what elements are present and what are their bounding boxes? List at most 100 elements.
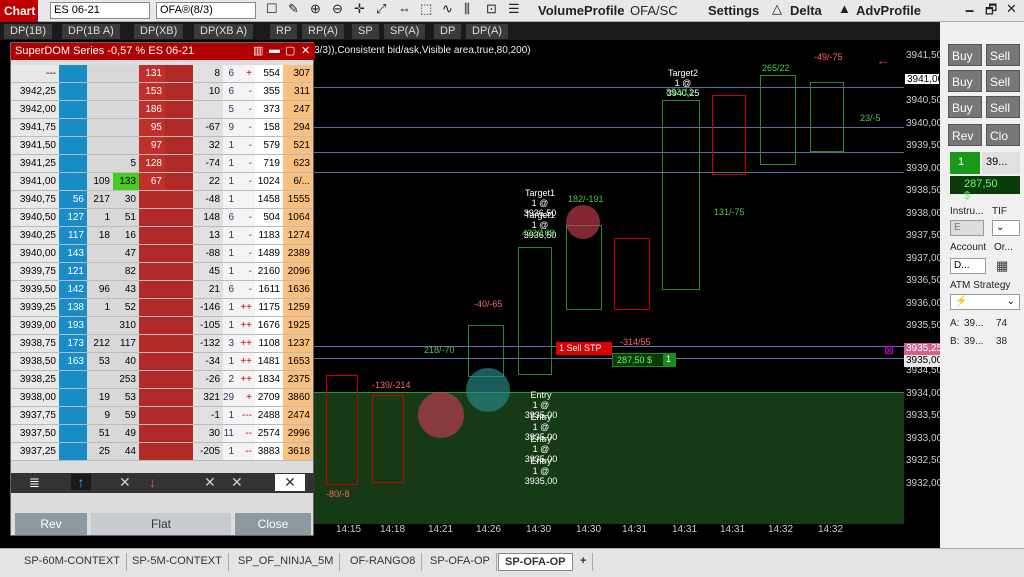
dom-cell-price[interactable]: --- — [11, 65, 59, 83]
dom-cell-c1[interactable]: 138 — [59, 299, 87, 317]
dom-cell-c3[interactable] — [113, 65, 139, 83]
dom-sell-column[interactable] — [165, 83, 193, 101]
dom-cell-ask[interactable] — [139, 245, 165, 263]
cancel-order-icon[interactable]: ⊠ — [884, 343, 894, 357]
dom-cell-v2[interactable]: 1925 — [283, 317, 313, 335]
dom-cell-ask[interactable] — [139, 191, 165, 209]
dom-cell-ask[interactable]: 131 — [139, 65, 165, 83]
dom-cell-sg[interactable]: - — [237, 83, 255, 101]
dom-cell-vol[interactable]: -34 — [193, 353, 223, 371]
dom-cell-ac[interactable]: 2 — [223, 371, 237, 389]
dom-cell-vol[interactable]: -205 — [193, 443, 223, 461]
close-position-button[interactable]: Close — [235, 513, 311, 535]
tab-sp-ofa-op-active[interactable]: SP-OFA-OP — [498, 553, 573, 571]
dom-cell-v1[interactable]: 1458 — [255, 191, 283, 209]
close-icon[interactable]: ✕ — [1006, 1, 1017, 17]
dom-cell-c2[interactable]: 19 — [87, 389, 113, 407]
dom-cell-price[interactable]: 3938,25 — [11, 371, 59, 389]
dom-cell-v1[interactable]: 1175 — [255, 299, 283, 317]
dom-row[interactable]: 3940,00 143 47 -88 1-1489 2389 — [11, 245, 315, 263]
dom-sell-column[interactable] — [165, 353, 193, 371]
dom-cell-c1[interactable] — [59, 65, 87, 83]
dom-cell-ask[interactable] — [139, 209, 165, 227]
dom-cell-ask[interactable] — [139, 263, 165, 281]
dom-cell-c1[interactable] — [59, 155, 87, 173]
dom-cell-c1[interactable] — [59, 137, 87, 155]
dom-cell-ac[interactable]: 1 — [223, 245, 237, 263]
dom-cell-ask[interactable] — [139, 443, 165, 461]
dom-cell-v1[interactable]: 158 — [255, 119, 283, 137]
dom-cell-vol[interactable]: -48 — [193, 191, 223, 209]
dom-cell-ask[interactable] — [139, 407, 165, 425]
dom-row[interactable]: 3940,75 56 217 30 -48 1 1458 1555 — [11, 191, 315, 209]
dom-cell-v2[interactable]: 294 — [283, 119, 313, 137]
dom-cell-c2[interactable]: 109 — [87, 173, 113, 191]
scale-icon[interactable]: ⬚ — [420, 1, 432, 17]
dom-sell-column[interactable] — [165, 425, 193, 443]
dom-row[interactable]: 3938,25 253 -26 2 ++ 1834 2375 — [11, 371, 315, 389]
dom-cell-sg[interactable]: -- — [237, 425, 255, 443]
restore-icon[interactable]: 🗗 — [985, 1, 997, 23]
dom-cell-v1[interactable]: 1481 — [255, 353, 283, 371]
cancel-sell-icon[interactable]: ✕ — [204, 474, 216, 491]
minimize-icon[interactable]: 🗕 — [965, 1, 974, 23]
cancel-buy-icon[interactable]: ✕ — [119, 474, 131, 491]
dom-cell-c3[interactable]: 133 — [113, 173, 139, 191]
dom-cell-c3[interactable]: 52 — [113, 299, 139, 317]
dom-sell-column[interactable] — [165, 101, 193, 119]
dom-cell-c2[interactable] — [87, 245, 113, 263]
dom-cell-ask[interactable] — [139, 425, 165, 443]
dom-cell-c1[interactable] — [59, 407, 87, 425]
dom-cell-v1[interactable]: 3883 — [255, 443, 283, 461]
dom-cell-c2[interactable]: 212 — [87, 335, 113, 353]
tab-dp-xb-a[interactable]: DP(XB A) — [194, 24, 254, 39]
dom-cell-sg[interactable]: ++ — [237, 317, 255, 335]
dom-cell-c2[interactable] — [87, 317, 113, 335]
dom-cell-sg[interactable]: - — [237, 263, 255, 281]
dom-cell-price[interactable]: 3939,00 — [11, 317, 59, 335]
dom-sell-column[interactable] — [165, 335, 193, 353]
dom-cell-price[interactable]: 3941,75 — [11, 119, 59, 137]
dom-cell-v1[interactable]: 355 — [255, 83, 283, 101]
tab-dp-1b-a[interactable]: DP(1B A) — [62, 24, 120, 39]
dom-cell-c3[interactable] — [113, 83, 139, 101]
dom-cell-vol[interactable]: 45 — [193, 263, 223, 281]
dom-cell-v1[interactable]: 719 — [255, 155, 283, 173]
dom-cell-v1[interactable]: 1611 — [255, 281, 283, 299]
dom-cell-v1[interactable]: 504 — [255, 209, 283, 227]
data-box-icon[interactable]: ⊡ — [486, 1, 497, 17]
dom-sell-column[interactable] — [165, 209, 193, 227]
dom-cell-c1[interactable]: 142 — [59, 281, 87, 299]
dom-cell-c3[interactable]: 49 — [113, 425, 139, 443]
reverse-button[interactable]: Rev — [948, 124, 982, 146]
dom-cell-c3[interactable]: 253 — [113, 371, 139, 389]
dom-row[interactable]: 3942,25 153 10 6-355 311 — [11, 83, 315, 101]
dom-cell-c3[interactable]: 5 — [113, 155, 139, 173]
dom-cell-sg[interactable] — [237, 191, 255, 209]
dom-cell-vol[interactable]: -88 — [193, 245, 223, 263]
close-icon[interactable]: ✕ — [301, 44, 310, 57]
dom-sell-column[interactable] — [165, 155, 193, 173]
cancel-all-icon[interactable]: ✕ — [231, 474, 243, 491]
dom-cell-ac[interactable]: 5 — [223, 101, 237, 119]
dom-cell-ac[interactable]: 1 — [223, 191, 237, 209]
dom-cell-c2[interactable]: 1 — [87, 299, 113, 317]
dom-cell-sg[interactable]: - — [237, 209, 255, 227]
tab-sp-of-ninja-5m[interactable]: SP_OF_NINJA_5M — [232, 553, 341, 571]
dom-cell-price[interactable]: 3938,50 — [11, 353, 59, 371]
dom-cell-ac[interactable]: 1 — [223, 299, 237, 317]
dom-cell-c3[interactable]: 59 — [113, 407, 139, 425]
dom-cell-price[interactable]: 3940,25 — [11, 227, 59, 245]
dom-cell-c1[interactable]: 193 — [59, 317, 87, 335]
dom-cell-c3[interactable]: 44 — [113, 443, 139, 461]
zoom-in-icon[interactable]: ⊕ — [310, 1, 321, 17]
dom-cell-v2[interactable]: 1555 — [283, 191, 313, 209]
dom-cell-c1[interactable] — [59, 425, 87, 443]
dom-cell-c3[interactable]: 43 — [113, 281, 139, 299]
dom-cell-ask[interactable] — [139, 389, 165, 407]
flat-button[interactable]: Flat — [91, 513, 231, 535]
dom-cell-v1[interactable]: 373 — [255, 101, 283, 119]
dom-cell-sg[interactable]: - — [237, 119, 255, 137]
dom-row[interactable]: --- 131 8 6 +554 307 — [11, 65, 315, 83]
dom-cell-ac[interactable]: 1 — [223, 227, 237, 245]
